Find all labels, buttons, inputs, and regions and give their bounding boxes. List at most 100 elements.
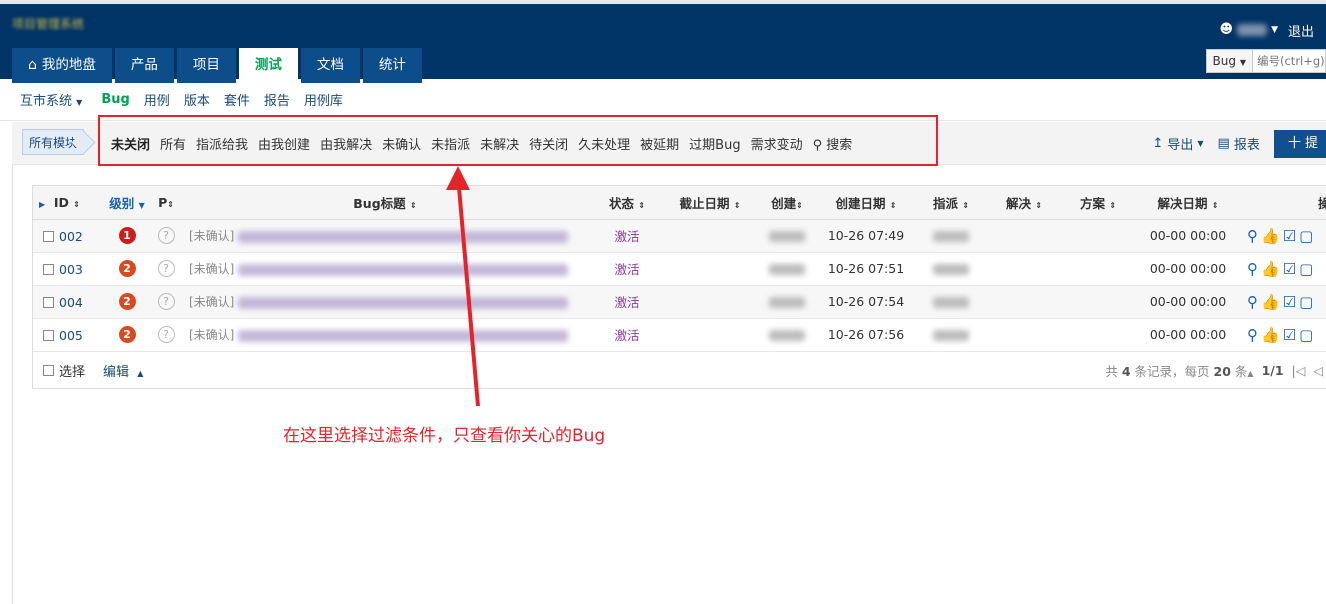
search-toggle[interactable]: ⚲ 搜索 xyxy=(808,134,858,153)
edit-icon[interactable]: ▢ xyxy=(1299,326,1313,344)
search-icon[interactable]: ⚲ xyxy=(1247,260,1258,278)
col-id[interactable]: ▶ ID ⇕ xyxy=(33,186,101,220)
sort-icon: ⇕ xyxy=(73,199,80,209)
product-switcher[interactable]: 互市系统 ▼ xyxy=(20,90,94,109)
check-box-icon[interactable]: ☑ xyxy=(1283,326,1296,344)
filter-unclosed[interactable]: 未关闭 xyxy=(106,134,155,153)
status-badge: 激活 xyxy=(591,252,663,286)
bug-title-blurred xyxy=(238,296,569,309)
row-checkbox[interactable] xyxy=(43,296,54,308)
search-icon[interactable]: ⚲ xyxy=(1247,227,1258,245)
filter-unconfirmed[interactable]: 未确认 xyxy=(377,134,426,153)
tab-project[interactable]: 项目 xyxy=(176,48,236,83)
logout-link[interactable]: 退出 xyxy=(1288,21,1314,40)
edit-icon[interactable]: ▢ xyxy=(1299,227,1313,245)
row-checkbox[interactable] xyxy=(43,263,54,275)
col-status[interactable]: 状态 ⇕ xyxy=(591,186,663,220)
table-row[interactable]: 003 2 ? [未确认] 激活 10-26 07:51 00-00 00:00… xyxy=(33,252,1326,286)
col-severity[interactable]: 级别 ▼ xyxy=(101,186,153,220)
resolved-date-cell: 00-00 00:00 xyxy=(1135,285,1241,319)
thumb-up-icon[interactable]: 👍 xyxy=(1261,260,1280,278)
prev-page-icon[interactable]: ◁ xyxy=(1313,363,1323,378)
bug-id-link[interactable]: 004 xyxy=(59,295,83,310)
subnav-bug[interactable]: Bug xyxy=(94,92,136,107)
filter-opened-by-me[interactable]: 由我创建 xyxy=(253,134,315,153)
filter-unassigned[interactable]: 未指派 xyxy=(426,134,475,153)
col-deadline[interactable]: 截止日期 ⇕ xyxy=(663,186,757,220)
bug-id-link[interactable]: 005 xyxy=(59,328,83,343)
tab-my[interactable]: ⌂ 我的地盘 xyxy=(12,48,112,83)
check-box-icon[interactable]: ☑ xyxy=(1283,227,1296,245)
filter-to-close[interactable]: 待关闭 xyxy=(524,134,573,153)
thumb-up-icon[interactable]: 👍 xyxy=(1261,293,1280,311)
batch-edit-button[interactable]: 编辑 ▲ xyxy=(103,361,143,380)
bug-title-blurred xyxy=(238,329,569,342)
subnav-caselib[interactable]: 用例库 xyxy=(297,90,350,109)
filter-overdue[interactable]: 过期Bug xyxy=(684,134,745,153)
module-breadcrumb[interactable]: 所有模块 xyxy=(22,129,85,155)
col-resolved-by[interactable]: 解决 ⇕ xyxy=(987,186,1061,220)
thumb-up-icon[interactable]: 👍 xyxy=(1261,326,1280,344)
severity-badge: 2 xyxy=(118,326,136,343)
col-resolved-date[interactable]: 解决日期 ⇕ xyxy=(1135,186,1241,220)
col-opened-by[interactable]: 创建⇕ xyxy=(757,186,817,220)
priority-badge: ? xyxy=(157,293,175,310)
table-row[interactable]: 002 1 ? [未确认] 激活 10-26 07:49 00-00 00:00… xyxy=(33,219,1326,253)
subnav-suite[interactable]: 套件 xyxy=(217,90,257,109)
filter-list: 未关闭 所有 指派给我 由我创建 由我解决 未确认 未指派 未解决 待关闭 久未… xyxy=(106,122,857,165)
filter-long-lasting[interactable]: 久未处理 xyxy=(573,134,635,153)
filter-assigned-to-me[interactable]: 指派给我 xyxy=(191,134,253,153)
tab-qa[interactable]: 测试 xyxy=(238,48,298,83)
tab-product[interactable]: 产品 xyxy=(114,48,174,83)
report-button[interactable]: ▤ 报表 xyxy=(1218,134,1260,153)
table-row[interactable]: 005 2 ? [未确认] 激活 10-26 07:56 00-00 00:00… xyxy=(33,318,1326,352)
create-bug-button[interactable]: 十 提 xyxy=(1273,129,1326,158)
resolved-by-cell xyxy=(987,285,1061,319)
col-pri[interactable]: P⇕ xyxy=(153,186,179,220)
subnav-case[interactable]: 用例 xyxy=(137,90,177,109)
col-resolution[interactable]: 方案 ⇕ xyxy=(1061,186,1135,220)
edit-icon[interactable]: ▢ xyxy=(1299,293,1313,311)
check-box-icon[interactable]: ☑ xyxy=(1283,260,1296,278)
bug-id-link[interactable]: 003 xyxy=(59,262,83,277)
filter-postponed[interactable]: 被延期 xyxy=(635,134,684,153)
table-row[interactable]: 004 2 ? [未确认] 激活 10-26 07:54 00-00 00:00… xyxy=(33,285,1326,319)
bug-title-link[interactable]: [未确认] xyxy=(179,285,591,319)
search-type-select[interactable]: Bug ▼ xyxy=(1206,50,1253,72)
bug-title-link[interactable]: [未确认] xyxy=(179,252,591,286)
filter-unresolved[interactable]: 未解决 xyxy=(475,134,524,153)
row-checkbox[interactable] xyxy=(43,230,54,242)
col-title[interactable]: Bug标题 ⇕ xyxy=(179,186,591,220)
thumb-up-icon[interactable]: 👍 xyxy=(1261,227,1280,245)
assigned-blurred xyxy=(933,231,969,242)
bug-title-link[interactable]: [未确认] xyxy=(179,318,591,352)
subnav-build[interactable]: 版本 xyxy=(177,90,217,109)
resolution-cell xyxy=(1061,285,1135,319)
tab-doc[interactable]: 文档 xyxy=(300,48,360,83)
search-icon[interactable]: ⚲ xyxy=(1247,326,1258,344)
table-footer: 选择 编辑 ▲ 共 4 条记录，每页 20 条▲ 1/1 |◁ ◁ xyxy=(33,352,1326,388)
tab-report[interactable]: 统计 xyxy=(362,48,422,83)
col-opened-date[interactable]: 创建日期 ⇕ xyxy=(817,186,915,220)
bug-title-link[interactable]: [未确认] xyxy=(179,219,591,253)
user-menu[interactable]: ☻ ▼ xyxy=(1220,22,1278,37)
opened-by-blurred xyxy=(769,297,805,308)
search-input[interactable] xyxy=(1253,50,1325,72)
subnav-report[interactable]: 报告 xyxy=(257,90,297,109)
first-page-icon[interactable]: |◁ xyxy=(1292,363,1306,378)
export-button[interactable]: ↥ 导出 ▼ xyxy=(1152,134,1203,153)
filter-resolved-by-me[interactable]: 由我解决 xyxy=(315,134,377,153)
filter-all[interactable]: 所有 xyxy=(155,134,191,153)
deadline-cell xyxy=(663,219,757,253)
bug-table: ▶ ID ⇕ 级别 ▼ P⇕ Bug标题 ⇕ 状态 ⇕ 截止日期 ⇕ 创建⇕ 创… xyxy=(32,185,1326,389)
row-checkbox[interactable] xyxy=(43,329,54,341)
select-all-checkbox[interactable] xyxy=(43,364,54,376)
col-assigned[interactable]: 指派 ⇕ xyxy=(915,186,987,220)
filter-story-changed[interactable]: 需求变动 xyxy=(746,134,808,153)
search-icon[interactable]: ⚲ xyxy=(1247,293,1258,311)
edit-icon[interactable]: ▢ xyxy=(1299,260,1313,278)
select-all[interactable]: 选择 xyxy=(43,361,85,380)
page-indicator: 1/1 xyxy=(1261,362,1284,378)
check-box-icon[interactable]: ☑ xyxy=(1283,293,1296,311)
bug-id-link[interactable]: 002 xyxy=(59,229,83,244)
